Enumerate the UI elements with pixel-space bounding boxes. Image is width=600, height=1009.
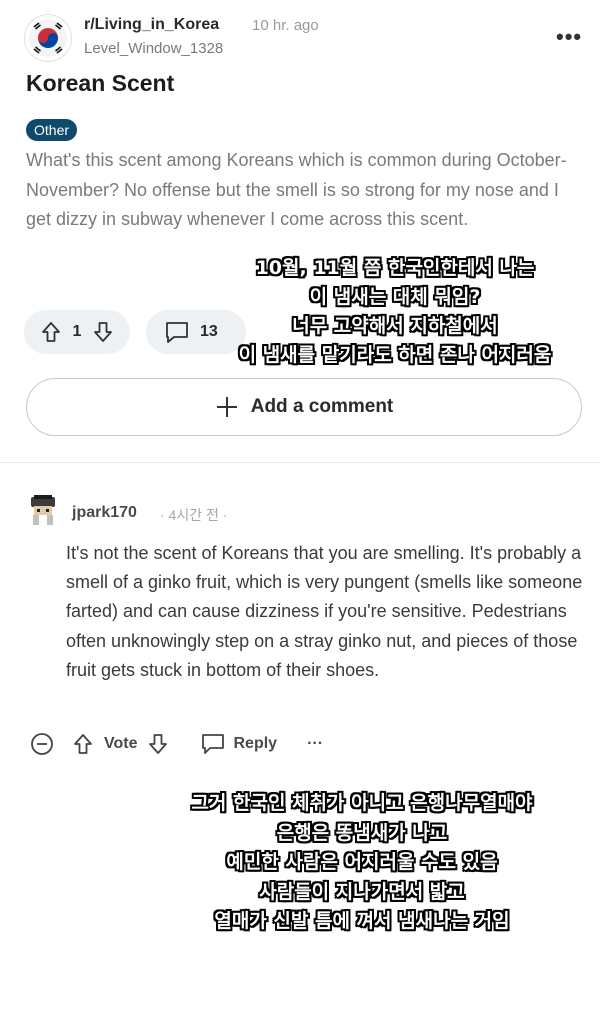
avatar[interactable]: [28, 491, 58, 527]
comment-body: It's not the scent of Koreans that you a…: [66, 543, 583, 680]
korea-flag-icon: [29, 19, 67, 57]
add-comment-label: Add a comment: [250, 396, 394, 417]
collapse-icon[interactable]: [30, 732, 54, 756]
reply-icon: [201, 733, 225, 755]
upvote-icon[interactable]: [40, 321, 62, 343]
caption-line: 사람들이 지나가면서 밟고: [259, 880, 465, 903]
caption-bottom: 그거 한국인 체취가 아니고 은행나무열매야 은행은 똥냄새가 나고 예민한 사…: [150, 789, 574, 937]
vote-label[interactable]: Vote: [104, 735, 137, 753]
caption-line: 이 냄새는 대체 뭐임?: [309, 286, 481, 308]
caption-top: 10월, 11월 쯤 한국인한테서 나는 이 냄새는 대체 뭐임? 너무 고약해…: [200, 254, 590, 370]
caption-line: 예민한 사람은 어지러울 수도 있음: [226, 851, 498, 873]
caption-line: 열매가 신발 틈에 껴서 냄새나는 거임: [214, 910, 510, 932]
post-more-options-icon[interactable]: •••: [556, 24, 582, 50]
vote-count: 1: [72, 323, 82, 340]
downvote-icon[interactable]: [92, 321, 114, 343]
add-comment-button[interactable]: Add a comment: [26, 378, 582, 436]
reply-button[interactable]: Reply: [201, 733, 277, 755]
more-icon[interactable]: ···: [307, 735, 323, 753]
divider: [0, 462, 600, 463]
post-author[interactable]: Level_Window_1328: [84, 40, 223, 57]
subreddit-name[interactable]: r/Living_in_Korea: [84, 16, 219, 34]
comment-actions: Vote Reply ···: [30, 728, 323, 760]
comment-icon: [164, 320, 190, 344]
comment-username[interactable]: jpark170: [72, 504, 137, 522]
reply-label: Reply: [233, 735, 278, 752]
caption-line: 그거 한국인 체취가 아니고 은행나무열매야: [191, 792, 533, 814]
plus-icon: [215, 395, 239, 419]
post-title: Korean Scent: [26, 70, 175, 96]
caption-line: 이 냄새를 맡기라도 하면 존나 어지러움: [238, 344, 552, 366]
post-body: What's this scent among Koreans which is…: [26, 150, 567, 229]
caption-line: 너무 고약해서 지하철에서: [292, 315, 498, 337]
post-flair[interactable]: Other: [26, 119, 78, 141]
caption-line: 은행은 똥냄새가 나고: [276, 821, 448, 844]
upvote-icon[interactable]: [72, 733, 94, 755]
post-time: 10 hr. ago: [252, 17, 319, 34]
comment-time: · 4시간 전 ·: [160, 507, 228, 523]
downvote-icon[interactable]: [147, 733, 169, 755]
caption-line: 10월, 11월 쯤 한국인한테서 나는: [255, 257, 535, 279]
post-vote-pill: 1: [24, 310, 130, 354]
subreddit-avatar[interactable]: [24, 14, 72, 62]
